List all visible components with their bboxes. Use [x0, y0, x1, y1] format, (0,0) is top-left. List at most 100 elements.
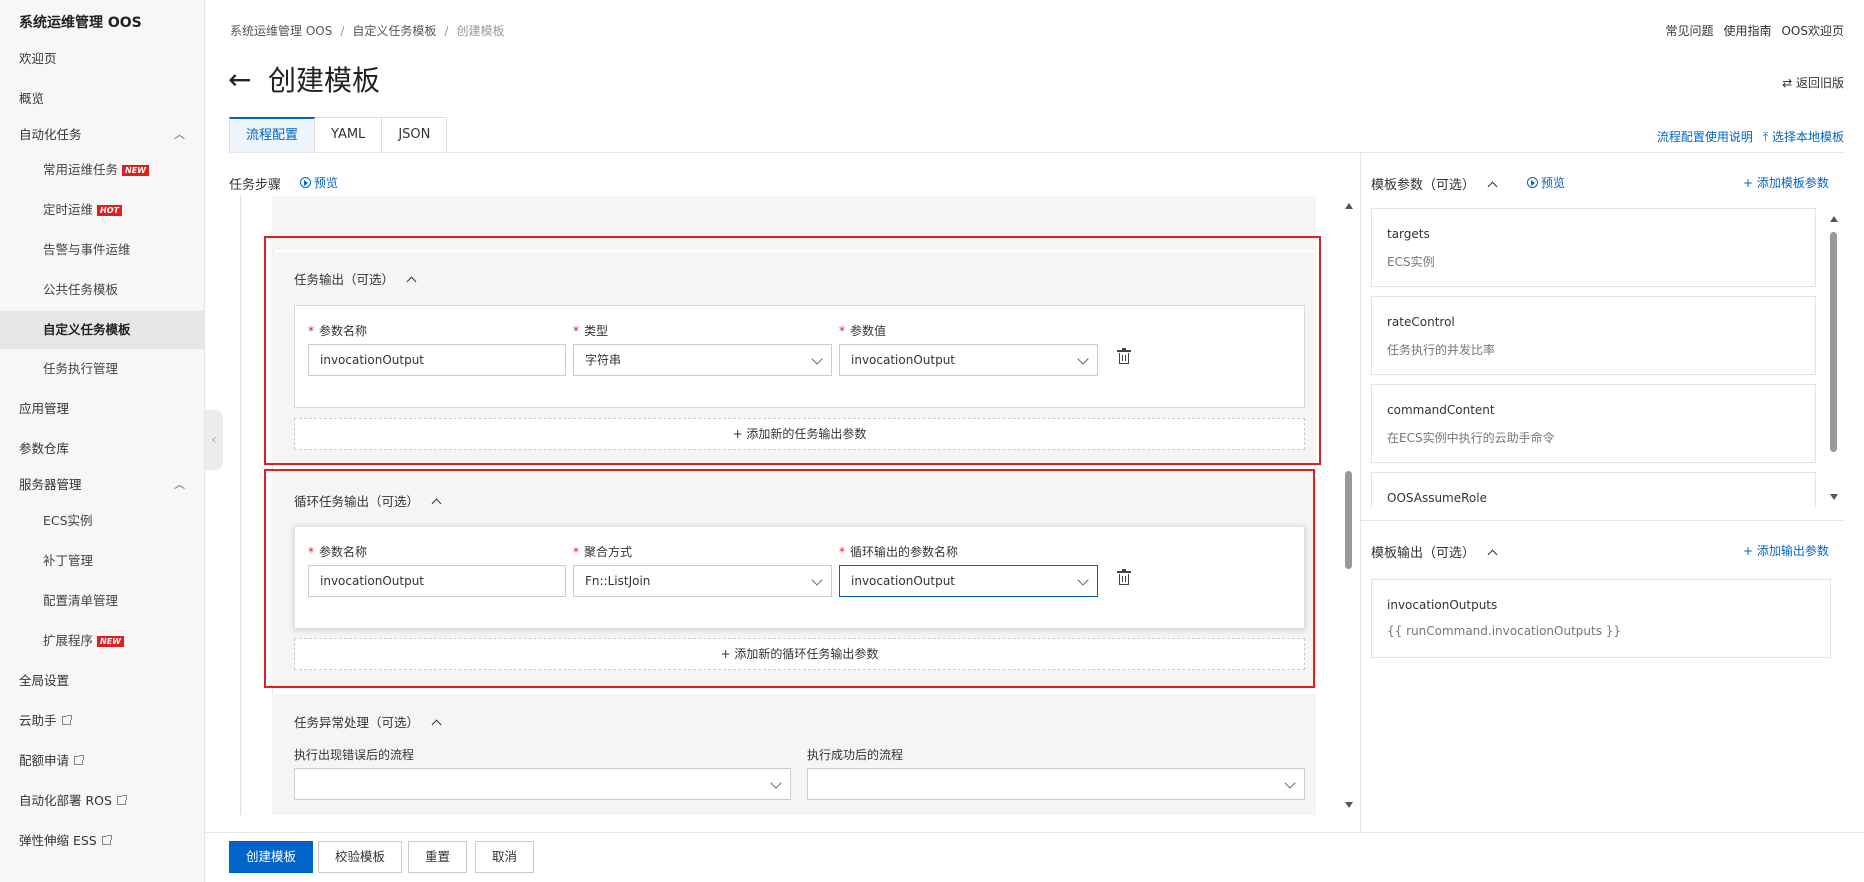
- scrollbar-thumb[interactable]: [1345, 471, 1352, 569]
- scroll-down-icon[interactable]: [1830, 494, 1838, 500]
- exception-section: 任务异常处理（可选） 执行出现错误后的流程 执行成功后的流程: [272, 694, 1316, 815]
- sidebar-item-label: 配置清单管理: [43, 593, 119, 608]
- params-preview-link[interactable]: 预览: [1527, 174, 1565, 191]
- return-old-version-link[interactable]: ⇄ 返回旧版: [1782, 74, 1844, 91]
- sidebar-item-inventory[interactable]: 配置清单管理: [0, 582, 205, 620]
- sidebar-item-ecs[interactable]: ECS实例: [0, 502, 205, 540]
- select-local-template-link[interactable]: ⤒ 选择本地模板: [1763, 130, 1844, 144]
- external-link-icon: [101, 835, 112, 845]
- sidebar-item-patch[interactable]: 补丁管理: [0, 542, 205, 580]
- task-steps-label: 任务步骤: [229, 178, 282, 193]
- cancel-button[interactable]: 取消: [475, 841, 535, 873]
- sidebar-item-ess[interactable]: 弹性伸缩 ESS: [0, 822, 205, 860]
- param-name: OOSAssumeRole: [1387, 491, 1487, 505]
- sidebar-item-common-tasks[interactable]: 常用运维任务 NEW: [0, 151, 205, 189]
- guide-link[interactable]: 使用指南: [1723, 24, 1771, 38]
- sidebar-item-label: 自动化任务: [19, 127, 82, 142]
- param-name: commandContent: [1387, 403, 1495, 417]
- top-links: 常见问题 使用指南 OOS欢迎页: [1655, 22, 1844, 39]
- chevron-up-icon: [1487, 549, 1498, 560]
- new-badge: NEW: [97, 636, 124, 647]
- sidebar-item-overview[interactable]: 概览: [0, 80, 205, 118]
- sidebar-item-label: ECS实例: [43, 513, 93, 528]
- sidebar: 系统运维管理 OOS 欢迎页 概览 自动化任务 ︿ 常用运维任务 NEW 定时运维 H…: [0, 0, 205, 882]
- sidebar-item-ros[interactable]: 自动化部署 ROS: [0, 782, 205, 820]
- on-success-select[interactable]: [807, 768, 1305, 800]
- scrollbar-thumb[interactable]: [1830, 232, 1837, 452]
- breadcrumb-item[interactable]: 自定义任务模板: [352, 24, 436, 38]
- reset-button[interactable]: 重置: [408, 841, 468, 873]
- sidebar-item-label: 云助手: [19, 713, 57, 728]
- highlight-frame: [264, 469, 1315, 688]
- app-title: 系统运维管理 OOS: [19, 15, 142, 31]
- on-error-select[interactable]: [294, 768, 791, 800]
- scroll-up-icon[interactable]: [1345, 203, 1353, 209]
- sidebar-item-label: 公共任务模板: [43, 282, 119, 297]
- sidebar-item-public-templates[interactable]: 公共任务模板: [0, 271, 205, 309]
- breadcrumb-separator: /: [444, 24, 449, 38]
- add-template-param-button[interactable]: + 添加模板参数: [1743, 174, 1829, 191]
- sidebar-item-app-management[interactable]: 应用管理: [0, 390, 205, 428]
- sidebar-item-custom-templates[interactable]: 自定义任务模板: [0, 311, 205, 349]
- tab-yaml[interactable]: YAML: [315, 117, 383, 153]
- tabs-divider: [229, 152, 1844, 153]
- scroll-up-icon[interactable]: [1830, 216, 1838, 222]
- sidebar-item-label: 全局设置: [19, 673, 70, 688]
- section-title: 模板输出（可选）: [1371, 546, 1476, 561]
- welcome-link[interactable]: OOS欢迎页: [1781, 24, 1844, 38]
- sidebar-group-automation[interactable]: 自动化任务 ︿: [0, 116, 205, 154]
- page-title: 创建模板: [268, 64, 381, 97]
- sidebar-item-label: 自动化部署 ROS: [19, 793, 112, 808]
- template-outputs-toggle[interactable]: 模板输出（可选）: [1371, 542, 1498, 561]
- sidebar-item-quota[interactable]: 配额申请: [0, 742, 205, 780]
- sidebar-item-welcome[interactable]: 欢迎页: [0, 40, 205, 78]
- sidebar-item-extensions[interactable]: 扩展程序 NEW: [0, 622, 205, 660]
- sidebar-group-server-management[interactable]: 服务器管理 ︿: [0, 466, 205, 504]
- param-card[interactable]: targets ECS实例: [1371, 208, 1816, 287]
- sidebar-item-param-store[interactable]: 参数仓库: [0, 430, 205, 468]
- tab-json[interactable]: JSON: [382, 117, 448, 153]
- sidebar-item-alarm-ops[interactable]: 告警与事件运维: [0, 231, 205, 269]
- scroll-down-icon[interactable]: [1345, 802, 1353, 808]
- sidebar-collapse-handle[interactable]: ‹: [205, 410, 223, 470]
- breadcrumb-item[interactable]: 系统运维管理 OOS: [230, 24, 332, 38]
- tab-flow-config[interactable]: 流程配置: [229, 117, 316, 153]
- sidebar-item-executions[interactable]: 任务执行管理: [0, 350, 205, 388]
- output-name: invocationOutputs: [1387, 598, 1498, 612]
- sidebar-item-label: 告警与事件运维: [43, 242, 131, 257]
- panel-divider: [1360, 153, 1361, 832]
- hot-badge: HOT: [97, 205, 122, 216]
- sidebar-item-label: 配额申请: [19, 753, 70, 768]
- sidebar-item-global-settings[interactable]: 全局设置: [0, 662, 205, 700]
- chevron-down-icon: [770, 777, 782, 789]
- param-card[interactable]: OOSAssumeRole: [1371, 472, 1816, 508]
- flow-scrollbar[interactable]: [1343, 203, 1355, 808]
- breadcrumb-current: 创建模板: [456, 24, 505, 38]
- validate-template-button[interactable]: 校验模板: [318, 841, 403, 873]
- sidebar-item-cloud-assistant[interactable]: 云助手: [0, 702, 205, 740]
- param-list-scrollbar[interactable]: [1828, 216, 1840, 500]
- back-arrow-icon[interactable]: ←: [228, 62, 251, 98]
- param-card[interactable]: rateControl 任务执行的并发比率: [1371, 296, 1816, 375]
- sidebar-item-scheduled[interactable]: 定时运维 HOT: [0, 191, 205, 229]
- flow-config-help-link[interactable]: 流程配置使用说明: [1657, 130, 1753, 144]
- preview-label: 预览: [1541, 176, 1566, 190]
- sidebar-item-label: 常用运维任务: [43, 162, 119, 177]
- param-name: targets: [1387, 227, 1430, 241]
- template-params-toggle[interactable]: 模板参数（可选）: [1371, 174, 1498, 193]
- param-card[interactable]: commandContent 在ECS实例中执行的云助手命令: [1371, 384, 1816, 463]
- exception-toggle[interactable]: 任务异常处理（可选）: [294, 712, 442, 731]
- sidebar-item-label: 概览: [19, 91, 45, 106]
- param-desc: 在ECS实例中执行的云助手命令: [1387, 431, 1555, 445]
- tab-links: 流程配置使用说明 ⤒ 选择本地模板: [1647, 128, 1844, 145]
- output-card[interactable]: invocationOutputs {{ runCommand.invocati…: [1371, 579, 1831, 658]
- sidebar-item-label: 定时运维: [43, 202, 94, 217]
- template-param-list: targets ECS实例 rateControl 任务执行的并发比率 comm…: [1371, 208, 1833, 508]
- sidebar-item-label: 补丁管理: [43, 553, 94, 568]
- preview-link[interactable]: 预览: [300, 174, 338, 191]
- new-badge: NEW: [122, 165, 149, 176]
- add-output-param-button[interactable]: + 添加输出参数: [1743, 542, 1829, 559]
- create-template-button[interactable]: 创建模板: [229, 841, 314, 873]
- field-label: 执行出现错误后的流程: [294, 748, 415, 762]
- faq-link[interactable]: 常见问题: [1665, 24, 1713, 38]
